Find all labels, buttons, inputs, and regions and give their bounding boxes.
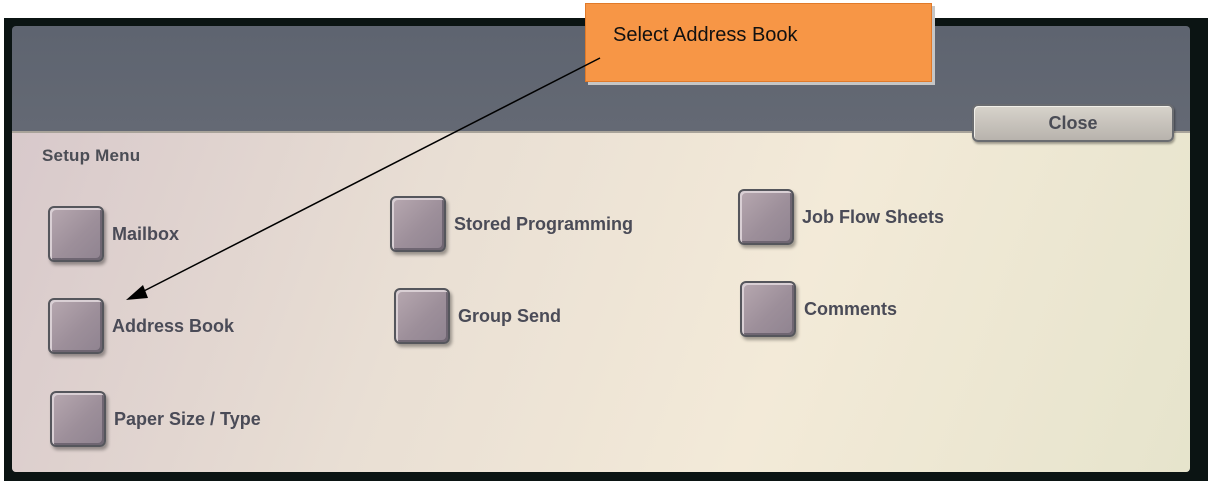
arrow-line <box>137 57 601 295</box>
arrow-head <box>126 285 148 300</box>
pointer-arrow <box>126 57 601 300</box>
